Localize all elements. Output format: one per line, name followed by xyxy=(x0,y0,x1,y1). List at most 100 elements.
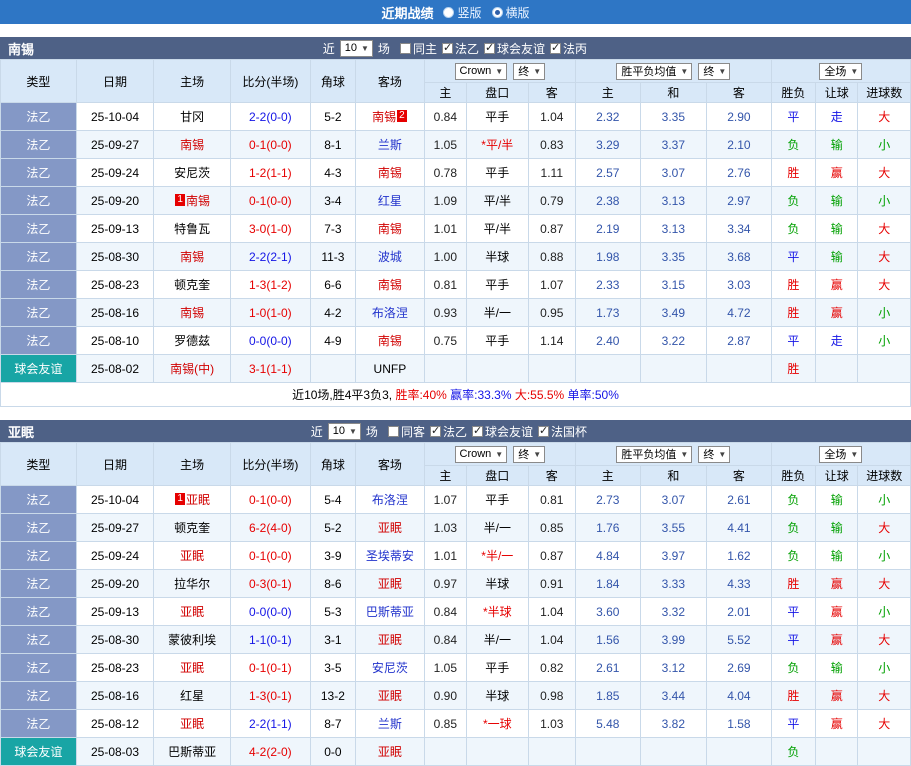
team-name[interactable]: 南锡 xyxy=(378,222,402,236)
team-name[interactable]: 红星 xyxy=(378,194,402,208)
match-count-select[interactable]: 10 ▼ xyxy=(339,39,373,57)
avg-away-odds-cell: 2.90 xyxy=(706,102,772,131)
team-name[interactable]: 亚眠 xyxy=(378,521,402,535)
avg-away-odds-cell: 4.04 xyxy=(706,681,772,710)
fulltime-select[interactable]: 全场 ▼ xyxy=(819,62,863,80)
team-name[interactable]: UNFP xyxy=(374,362,407,376)
filter-checkbox[interactable]: 法乙 xyxy=(441,40,479,57)
team-name[interactable]: 亚眠 xyxy=(180,661,204,675)
team-name[interactable]: 南锡 xyxy=(180,138,204,152)
checkbox-label: 法国杯 xyxy=(550,424,587,439)
team-name[interactable]: 顿克奎 xyxy=(174,521,210,535)
handicap-result-cell: 输 xyxy=(815,214,859,243)
team-name[interactable]: 南锡 xyxy=(186,194,210,208)
team-name[interactable]: 安尼茨 xyxy=(174,166,210,180)
layout-radio-option[interactable]: 竖版 xyxy=(443,4,482,21)
value-text: 小 xyxy=(878,306,891,320)
match-count-select[interactable]: 10 ▼ xyxy=(327,422,361,440)
team-name[interactable]: 亚眠 xyxy=(180,605,204,619)
team-name[interactable]: 亚眠 xyxy=(186,493,210,507)
team-name[interactable]: 蒙彼利埃 xyxy=(168,633,216,647)
subcol-goals-result: 进球数 xyxy=(857,465,911,486)
team-name[interactable]: 红星 xyxy=(180,689,204,703)
score-cell: 2-2(0-0) xyxy=(230,102,311,131)
filter-checkbox[interactable]: 同客 xyxy=(387,423,425,440)
team-name[interactable]: 南锡 xyxy=(378,278,402,292)
chevron-down-icon: ▼ xyxy=(718,66,727,76)
matches-table-1: 类型 日期 主场 比分(半场) 角球 客场 Crown ▼ 终 ▼ 胜平负均值 ▼ 终… xyxy=(0,59,911,407)
avg-odds-select[interactable]: 胜平负均值 ▼ xyxy=(616,62,693,80)
team-name[interactable]: 巴斯蒂亚 xyxy=(168,745,216,759)
team-name[interactable]: 顿克奎 xyxy=(174,278,210,292)
team-name[interactable]: 特鲁瓦 xyxy=(174,222,210,236)
corner-cell: 4-9 xyxy=(309,326,357,355)
team-name[interactable]: 罗德兹 xyxy=(174,334,210,348)
avg-home-odds-cell: 1.98 xyxy=(574,242,641,271)
fulltime-select-value: 全场 xyxy=(824,449,847,461)
value-text: 小 xyxy=(878,549,891,563)
team-name[interactable]: 亚眠 xyxy=(180,717,204,731)
final-line-select[interactable]: 终 ▼ xyxy=(513,62,546,80)
handicap-result-cell: 赢 xyxy=(815,709,859,738)
team-name[interactable]: 南锡 xyxy=(180,306,204,320)
filter-checkbox[interactable]: 法国杯 xyxy=(537,423,587,440)
team-name[interactable]: 兰斯 xyxy=(378,717,402,731)
filter-checkbox[interactable]: 同主 xyxy=(399,40,437,57)
team-name[interactable]: 圣埃蒂安 xyxy=(366,549,414,563)
team-name[interactable]: 南锡 xyxy=(372,110,396,124)
value-text: 负 xyxy=(787,661,800,675)
filter-checkbox[interactable]: 球会友谊 xyxy=(483,40,545,57)
team-name[interactable]: 安尼茨 xyxy=(372,661,408,675)
team-name[interactable]: 甘冈 xyxy=(180,110,204,124)
asian-odds-header: Crown ▼ 终 ▼ xyxy=(423,442,576,466)
team-name[interactable]: 南锡 xyxy=(378,334,402,348)
away-odds-cell: 0.83 xyxy=(527,130,576,159)
avg-odds-select[interactable]: 胜平负均值 ▼ xyxy=(616,445,693,463)
team-name[interactable]: 亚眠 xyxy=(180,549,204,563)
col-type: 类型 xyxy=(0,59,77,103)
filter-checkbox[interactable]: 法乙 xyxy=(429,423,467,440)
checkbox-icon xyxy=(471,424,483,437)
team-name[interactable]: 巴斯蒂亚 xyxy=(366,605,414,619)
team-name[interactable]: 南锡 xyxy=(180,250,204,264)
team-name[interactable]: 亚眠 xyxy=(378,577,402,591)
subcol-avg-home: 主 xyxy=(574,82,641,103)
team-name[interactable]: 亚眠 xyxy=(378,745,402,759)
match-result-cell: 胜 xyxy=(770,681,817,710)
avg-home-odds-cell: 5.48 xyxy=(574,709,641,738)
team-name[interactable]: 南锡 xyxy=(378,166,402,180)
home-odds-cell: 1.05 xyxy=(423,653,468,682)
home-odds-cell: 0.85 xyxy=(423,709,468,738)
team-name[interactable]: 波城 xyxy=(378,250,402,264)
final-line-select[interactable]: 终 ▼ xyxy=(513,445,546,463)
team-name[interactable]: 拉华尔 xyxy=(174,577,210,591)
layout-radio-option[interactable]: 横版 xyxy=(491,4,530,21)
value-text: 平手 xyxy=(485,278,510,292)
team-name[interactable]: 布洛涅 xyxy=(372,493,408,507)
fulltime-select[interactable]: 全场 ▼ xyxy=(819,445,863,463)
europe-odds-header: 胜平负均值 ▼ 终 ▼ xyxy=(574,442,772,466)
final-odds-select[interactable]: 终 ▼ xyxy=(698,62,731,80)
team-name[interactable]: 南锡(中) xyxy=(170,362,214,376)
home-team-cell: 南锡 xyxy=(153,298,231,327)
rank-badge: 1 xyxy=(175,194,185,206)
bookmaker-select[interactable]: Crown ▼ xyxy=(454,62,508,80)
match-result-cell: 平 xyxy=(770,709,817,738)
away-team-cell: 南锡 xyxy=(355,326,425,355)
value-text: 平手 xyxy=(485,661,510,675)
corner-cell: 3-5 xyxy=(309,653,357,682)
avg-draw-odds-cell: 3.32 xyxy=(639,597,708,626)
score-cell: 0-0(0-0) xyxy=(230,597,311,626)
value-text: 大 xyxy=(878,521,891,535)
subcol-odds-away: 客 xyxy=(527,82,576,103)
team-name[interactable]: 亚眠 xyxy=(378,633,402,647)
final-odds-select[interactable]: 终 ▼ xyxy=(698,445,731,463)
filter-checkbox[interactable]: 球会友谊 xyxy=(471,423,533,440)
match-result-cell: 负 xyxy=(770,485,817,514)
team-name[interactable]: 亚眠 xyxy=(378,689,402,703)
bookmaker-select[interactable]: Crown ▼ xyxy=(454,445,508,463)
filter-checkbox[interactable]: 法丙 xyxy=(549,40,587,57)
home-team-cell: 红星 xyxy=(153,681,231,710)
team-name[interactable]: 布洛涅 xyxy=(372,306,408,320)
team-name[interactable]: 兰斯 xyxy=(378,138,402,152)
